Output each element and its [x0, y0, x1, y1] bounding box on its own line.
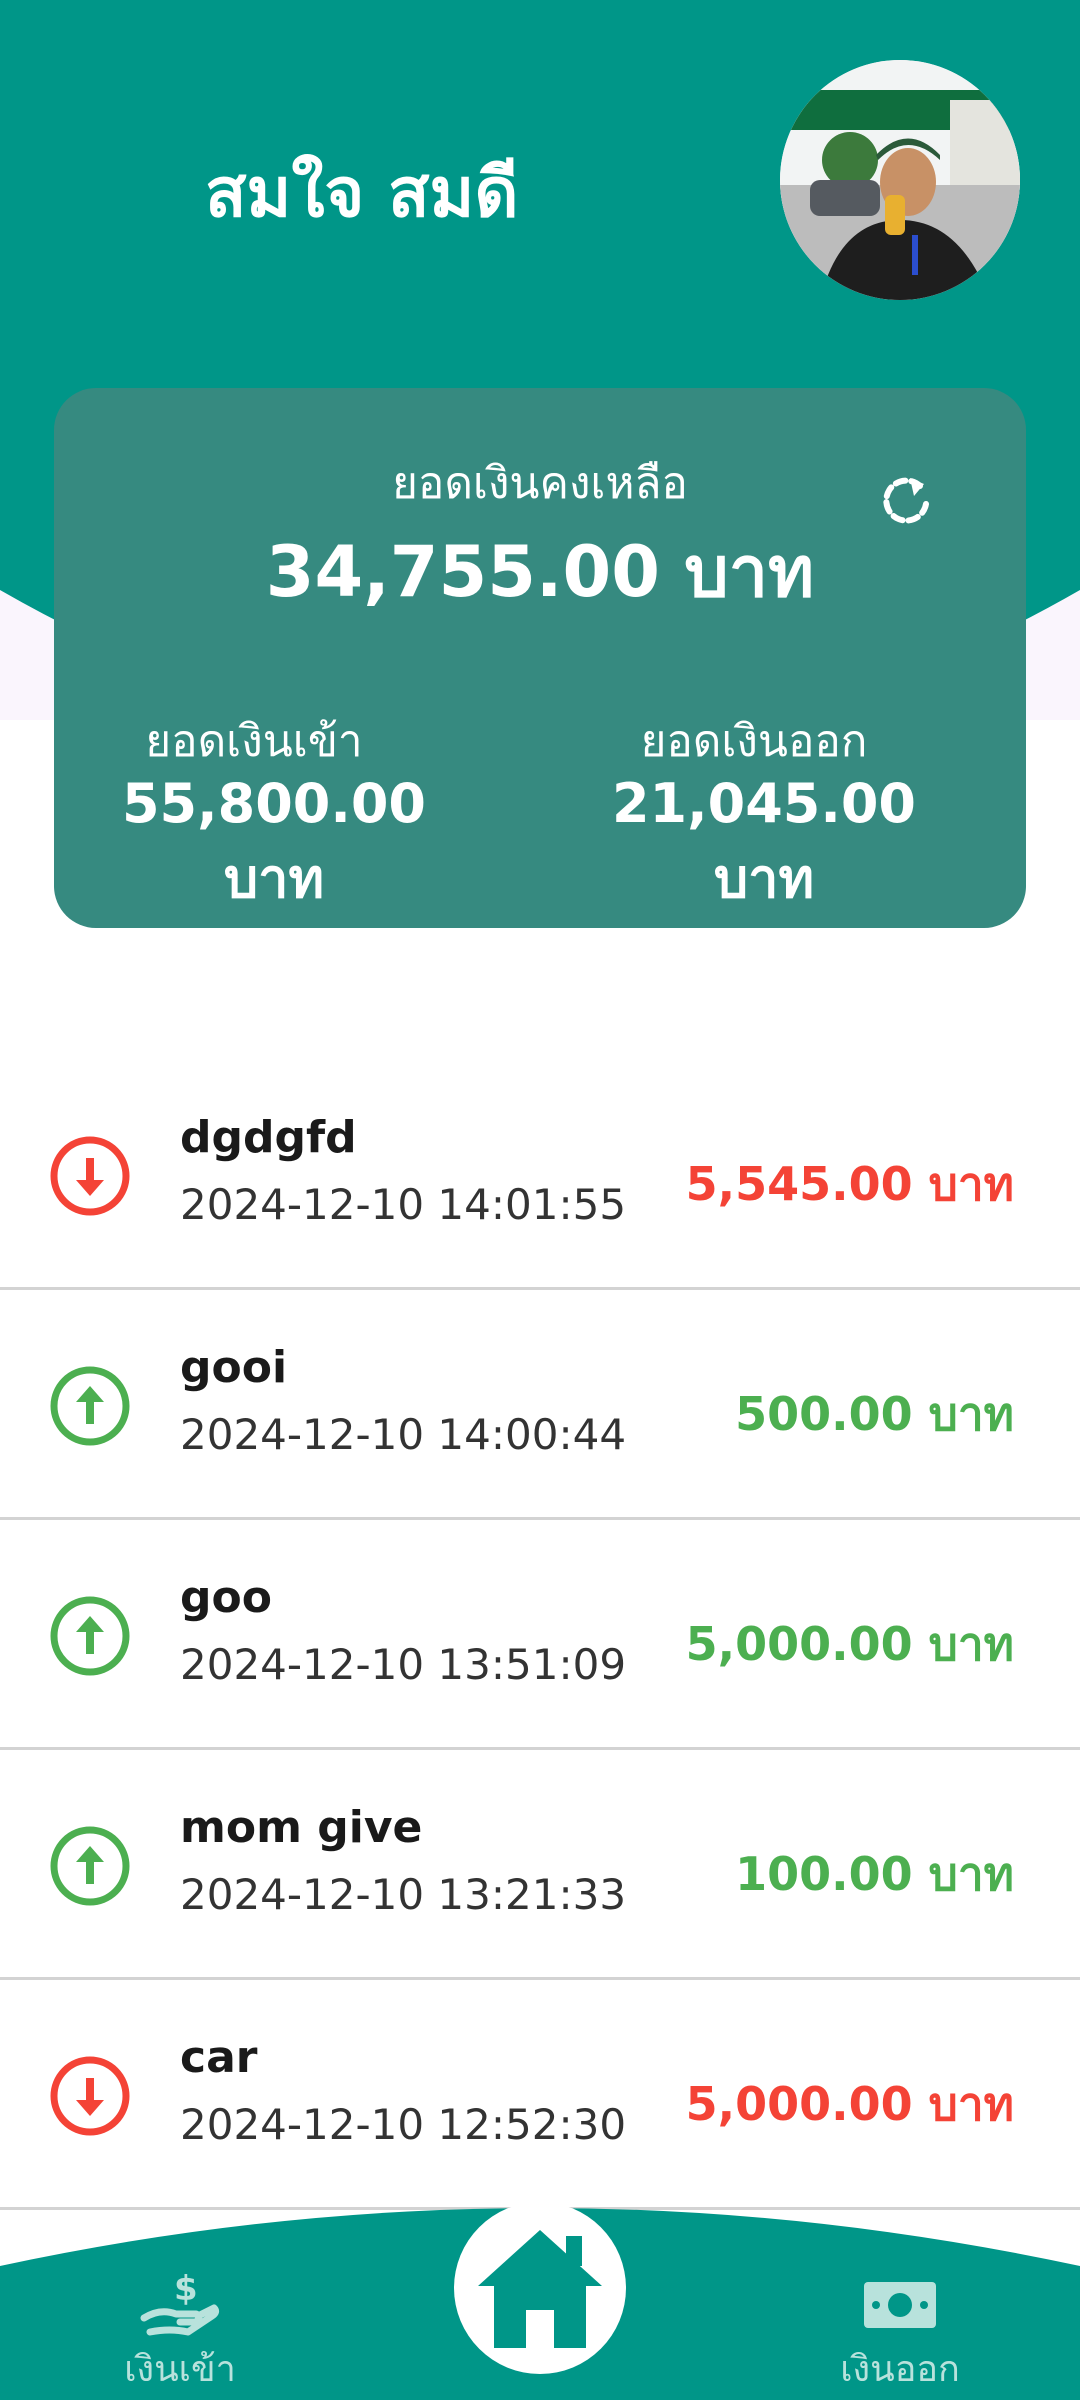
- arrow-up-circle-icon: [50, 1366, 130, 1446]
- arrow-down-circle-icon: [50, 1136, 130, 1216]
- transaction-amount: 5,545.00 บาท: [685, 1157, 1014, 1211]
- svg-text:$: $: [174, 2270, 198, 2309]
- banknote-icon: [864, 2282, 936, 2328]
- expense-amount: 21,045.00 บาท: [611, 772, 917, 910]
- summary-card: ยอดเงินคงเหลือ 34,755.00 บาท ยอดเงินเข้า…: [54, 388, 1026, 928]
- nav-income-label: เงินเข้า: [124, 2349, 236, 2390]
- income-amount: 55,800.00 บาท: [121, 772, 427, 910]
- avatar[interactable]: [780, 60, 1020, 300]
- nav-income[interactable]: $ เงินเข้า: [100, 2270, 260, 2397]
- transaction-amount: 5,000.00 บาท: [685, 1617, 1014, 1671]
- transaction-row[interactable]: dgdgfd 2024-12-10 14:01:55 5,545.00 บาท: [0, 1060, 1080, 1290]
- transaction-row[interactable]: car 2024-12-10 12:52:30 5,000.00 บาท: [0, 1980, 1080, 2210]
- arrow-up-circle-icon: [50, 1826, 130, 1906]
- transaction-amount: 500.00 บาท: [735, 1387, 1014, 1441]
- transaction-time: 2024-12-10 14:00:44: [180, 1410, 627, 1459]
- transaction-title: gooi: [180, 1342, 288, 1393]
- transaction-row[interactable]: gooi 2024-12-10 14:00:44 500.00 บาท: [0, 1290, 1080, 1520]
- bottom-nav: $ เงินเข้า เงินออก: [0, 2190, 1080, 2400]
- transaction-amount: 5,000.00 บาท: [685, 2077, 1014, 2131]
- transaction-amount: 100.00 บาท: [735, 1847, 1014, 1901]
- transaction-title: dgdgfd: [180, 1112, 357, 1163]
- transaction-title: car: [180, 2032, 258, 2083]
- profile-photo: [780, 60, 1020, 300]
- refresh-icon[interactable]: [876, 470, 936, 530]
- balance-amount: 34,755.00 บาท: [265, 531, 815, 613]
- arrow-down-circle-icon: [50, 2056, 130, 2136]
- expense-label: ยอดเงินออก: [640, 716, 868, 767]
- home-button[interactable]: [454, 2202, 626, 2374]
- transaction-row[interactable]: goo 2024-12-10 13:51:09 5,000.00 บาท: [0, 1520, 1080, 1750]
- user-name: สมใจ สมดี: [205, 154, 519, 233]
- nav-expense-label: เงินออก: [840, 2349, 960, 2390]
- transaction-list: dgdgfd 2024-12-10 14:01:55 5,545.00 บาท …: [0, 1060, 1080, 2210]
- transaction-title: goo: [180, 1572, 272, 1623]
- transaction-time: 2024-12-10 13:21:33: [180, 1870, 627, 1919]
- transaction-title: mom give: [180, 1802, 423, 1853]
- transaction-time: 2024-12-10 13:51:09: [180, 1640, 627, 1689]
- home-icon: [478, 2230, 602, 2348]
- transaction-row[interactable]: mom give 2024-12-10 13:21:33 100.00 บาท: [0, 1750, 1080, 1980]
- arrow-up-circle-icon: [50, 1596, 130, 1676]
- income-label: ยอดเงินเข้า: [145, 716, 363, 767]
- nav-expense[interactable]: เงินออก: [820, 2270, 980, 2397]
- transaction-time: 2024-12-10 14:01:55: [180, 1180, 627, 1229]
- transaction-time: 2024-12-10 12:52:30: [180, 2100, 627, 2149]
- hand-dollar-icon: $: [140, 2270, 220, 2336]
